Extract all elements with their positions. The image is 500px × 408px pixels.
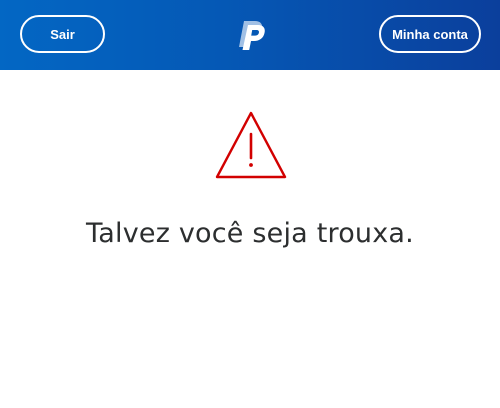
paypal-logo-icon — [239, 21, 265, 50]
top-bar: Sair Minha conta — [0, 0, 500, 70]
alert-message: Talvez você seja trouxa. — [86, 218, 414, 249]
logout-button[interactable]: Sair — [20, 15, 105, 53]
warning-triangle-icon — [215, 111, 287, 179]
my-account-button[interactable]: Minha conta — [379, 15, 481, 53]
